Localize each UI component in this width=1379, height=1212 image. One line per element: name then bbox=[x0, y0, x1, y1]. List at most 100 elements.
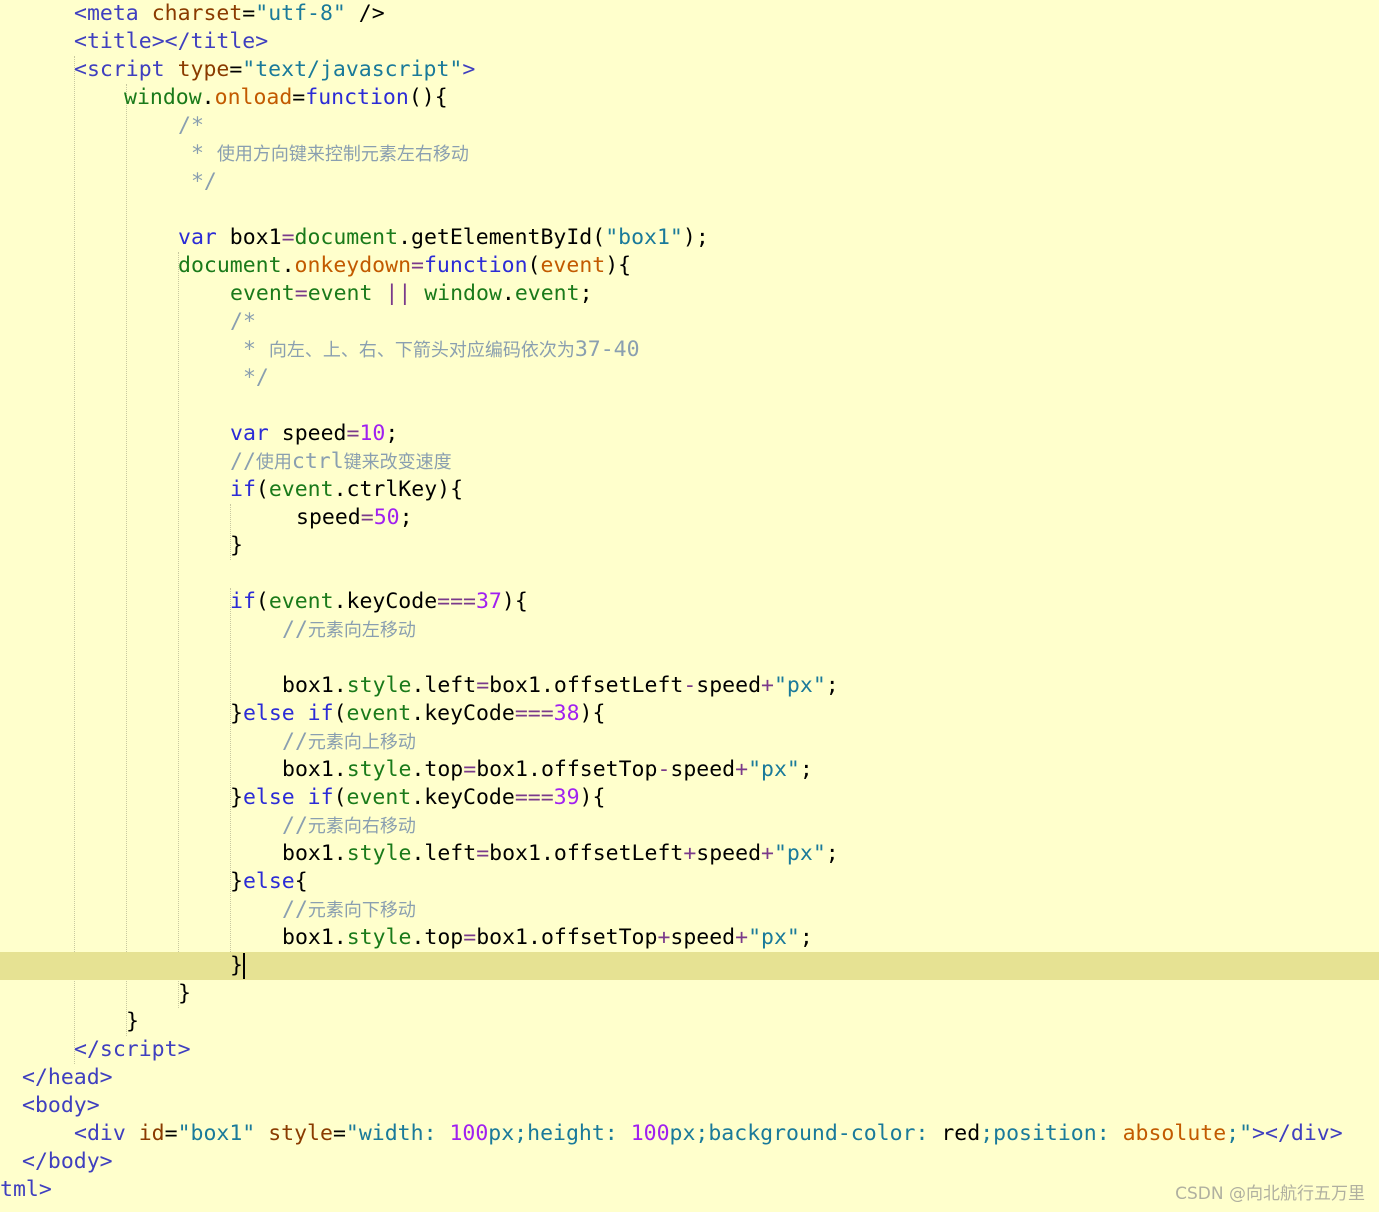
code-token: + bbox=[761, 841, 774, 866]
watermark: CSDN @向北航行五万里 bbox=[1175, 1184, 1365, 1204]
code-token: style bbox=[346, 673, 412, 698]
code-token: "text/javascript" bbox=[242, 57, 463, 82]
code-line[interactable] bbox=[0, 560, 1379, 588]
code-line[interactable]: speed=50; bbox=[0, 504, 1379, 532]
code-line[interactable]: <title></title> bbox=[0, 28, 1379, 56]
code-token: keyCode bbox=[424, 701, 515, 726]
code-line[interactable]: * 向左、上、右、下箭头对应编码依次为37-40 bbox=[0, 336, 1379, 364]
code-line[interactable]: } bbox=[0, 980, 1379, 1008]
code-token: 键来改变速度 bbox=[343, 452, 452, 473]
code-line[interactable]: <body> bbox=[0, 1092, 1379, 1120]
code-line[interactable]: box1.style.top=box1.offsetTop+speed+"px"… bbox=[0, 924, 1379, 952]
code-token: = bbox=[360, 505, 374, 530]
code-line[interactable]: //使用ctrl键来改变速度 bbox=[0, 448, 1379, 476]
code-token: */ bbox=[178, 169, 217, 194]
code-line[interactable]: <meta charset="utf-8" /> bbox=[0, 0, 1379, 28]
code-line[interactable]: <div id="box1" style="width: 100px;heigh… bbox=[0, 1120, 1379, 1148]
code-line[interactable]: //元素向上移动 bbox=[0, 728, 1379, 756]
code-line[interactable]: document.onkeydown=function(event){ bbox=[0, 252, 1379, 280]
code-line[interactable]: </body> bbox=[0, 1148, 1379, 1176]
code-token: 37-40 bbox=[574, 337, 640, 362]
code-token: ctrlKey bbox=[346, 477, 438, 502]
code-line[interactable]: //元素向下移动 bbox=[0, 896, 1379, 924]
code-editor[interactable]: <meta charset="utf-8" /> <title></title> <… bbox=[0, 0, 1379, 1212]
code-token: } bbox=[230, 869, 243, 894]
code-token: keyCode bbox=[346, 589, 438, 614]
code-token: < bbox=[74, 1, 87, 26]
code-token: keyCode bbox=[424, 785, 515, 810]
code-token: . bbox=[540, 673, 554, 698]
code-line[interactable]: }else if(event.keyCode===39){ bbox=[0, 784, 1379, 812]
code-token: getElementById bbox=[411, 225, 593, 250]
code-token: ( bbox=[527, 253, 541, 278]
code-line[interactable]: * 使用方向键来控制元素左右移动 bbox=[0, 140, 1379, 168]
code-line[interactable]: /* bbox=[0, 112, 1379, 140]
code-line[interactable]: box1.style.top=box1.offsetTop-speed+"px"… bbox=[0, 756, 1379, 784]
code-token: speed bbox=[696, 841, 762, 866]
code-token: } bbox=[230, 701, 243, 726]
code-token: head bbox=[47, 1065, 100, 1090]
code-line[interactable]: </script> bbox=[0, 1036, 1379, 1064]
code-token: event bbox=[514, 281, 580, 306]
code-line[interactable]: tml> bbox=[0, 1176, 1379, 1204]
code-token: . bbox=[528, 925, 541, 950]
code-token: offsetLeft bbox=[553, 841, 684, 866]
code-token: box1 bbox=[282, 841, 334, 866]
code-token: document bbox=[294, 225, 399, 250]
code-line[interactable]: }else if(event.keyCode===38){ bbox=[0, 700, 1379, 728]
code-token: ;position: bbox=[980, 1121, 1123, 1146]
code-line[interactable]: */ bbox=[0, 364, 1379, 392]
code-token: = bbox=[292, 85, 306, 110]
code-token: { bbox=[294, 869, 308, 894]
current-code-line[interactable]: } bbox=[0, 952, 1379, 980]
code-token: ); bbox=[682, 225, 709, 250]
code-line[interactable] bbox=[0, 644, 1379, 672]
code-token: ( bbox=[333, 701, 347, 726]
code-line[interactable]: }else{ bbox=[0, 868, 1379, 896]
code-token: style bbox=[346, 925, 412, 950]
code-line[interactable]: if(event.ctrlKey){ bbox=[0, 476, 1379, 504]
code-line[interactable] bbox=[0, 196, 1379, 224]
code-token: } bbox=[230, 785, 243, 810]
code-line[interactable]: var box1=document.getElementById("box1")… bbox=[0, 224, 1379, 252]
code-line[interactable] bbox=[0, 392, 1379, 420]
code-token: * bbox=[230, 337, 269, 362]
code-token: type bbox=[177, 57, 230, 82]
code-line[interactable]: event=event || window.event; bbox=[0, 280, 1379, 308]
code-token: </ bbox=[74, 1037, 100, 1062]
code-token: . bbox=[333, 673, 347, 698]
code-token: === bbox=[514, 701, 554, 726]
code-line[interactable]: */ bbox=[0, 168, 1379, 196]
code-token: box1 bbox=[229, 225, 282, 250]
code-token: . bbox=[411, 925, 425, 950]
code-token: px;background-color: bbox=[669, 1121, 942, 1146]
code-line[interactable]: /* bbox=[0, 308, 1379, 336]
code-token: . bbox=[411, 841, 425, 866]
code-line[interactable]: <script type="text/javascript"> bbox=[0, 56, 1379, 84]
code-line[interactable]: //元素向右移动 bbox=[0, 812, 1379, 840]
code-token: = bbox=[281, 225, 295, 250]
code-token: else if bbox=[242, 701, 334, 726]
code-token: ){ bbox=[579, 785, 606, 810]
code-line[interactable]: var speed=10; bbox=[0, 420, 1379, 448]
code-token: = bbox=[476, 841, 490, 866]
code-token: 使用方向键来控制元素左右移动 bbox=[216, 144, 469, 165]
code-line[interactable]: box1.style.left=box1.offsetLeft+speed+"p… bbox=[0, 840, 1379, 868]
code-token: === bbox=[437, 589, 476, 614]
code-line[interactable]: window.onload=function(){ bbox=[0, 84, 1379, 112]
code-token: window bbox=[124, 85, 202, 110]
code-line[interactable]: } bbox=[0, 1008, 1379, 1036]
code-token: speed bbox=[670, 925, 736, 950]
code-line[interactable]: </head> bbox=[0, 1064, 1379, 1092]
code-token: 37 bbox=[475, 589, 502, 614]
code-token: ctrl bbox=[291, 449, 344, 474]
code-token: left bbox=[424, 673, 477, 698]
code-line[interactable]: if(event.keyCode===37){ bbox=[0, 588, 1379, 616]
code-line[interactable]: } bbox=[0, 532, 1379, 560]
code-line[interactable]: box1.style.left=box1.offsetLeft-speed+"p… bbox=[0, 672, 1379, 700]
code-token: function bbox=[423, 253, 528, 278]
code-token: event bbox=[307, 281, 373, 306]
code-token: id bbox=[138, 1121, 165, 1146]
code-line[interactable]: //元素向左移动 bbox=[0, 616, 1379, 644]
